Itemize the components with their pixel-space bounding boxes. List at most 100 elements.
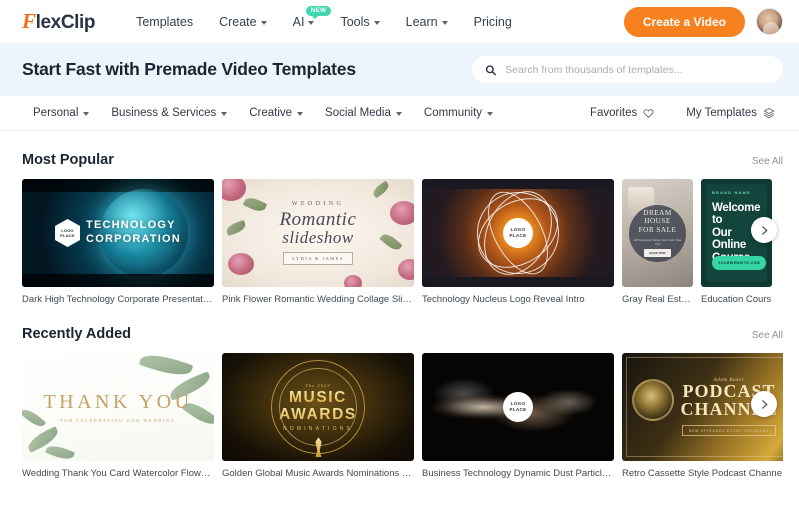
template-card-title: Education Cours	[701, 294, 772, 305]
favorites-link[interactable]: Favorites	[582, 103, 662, 123]
category-business-services[interactable]: Business & Services	[100, 101, 238, 125]
chevron-down-icon	[221, 112, 228, 116]
thumb-cta-button: BOOK NOW	[644, 249, 671, 258]
chevron-right-icon	[761, 225, 767, 235]
thumb-headline: TECHNOLOGY CORPORATION	[86, 219, 181, 247]
create-a-video-button[interactable]: Create a Video	[623, 6, 745, 37]
thumb-headline-line1: TECHNOLOGY	[86, 219, 176, 232]
template-card-title: Business Technology Dynamic Dust Particl…	[422, 468, 614, 480]
nav-item-templates[interactable]: Templates	[123, 9, 206, 35]
search-icon	[485, 64, 496, 75]
logo-placeholder-badge: LOGO PLACE	[503, 218, 533, 248]
template-card[interactable]: LOGO PLACE Technology Nucleus Logo Revea…	[422, 179, 614, 305]
logo-placeholder-badge: LOGO PLACE	[55, 219, 81, 247]
chevron-down-icon	[83, 112, 90, 116]
template-thumbnail-thank-you-card[interactable]: THANK YOU FOR CELEBRATING OUR WEDDING	[22, 353, 214, 462]
thumb-headline-line3: FOR SALE	[638, 226, 677, 235]
section-title-most-popular: Most Popular	[22, 152, 114, 168]
see-all-most-popular[interactable]: See All	[752, 156, 783, 167]
avatar[interactable]	[756, 8, 783, 35]
template-card[interactable]: THANK YOU FOR CELEBRATING OUR WEDDING We…	[22, 353, 214, 479]
logo-f-mark: F	[22, 9, 36, 33]
thumb-headline-line1: MUSIC	[279, 389, 357, 406]
hero-banner: Start Fast with Premade Video Templates	[0, 43, 799, 96]
thumb-overlay-text: WEDDING Romantic slideshow LYDIA & JAMES	[280, 201, 357, 266]
thumb-headline-line2: CORPORATION	[86, 233, 181, 245]
template-card-title: Technology Nucleus Logo Reveal Intro	[422, 294, 585, 305]
thumb-kicker: BRAND NAME	[712, 191, 751, 195]
leaf-graphic	[224, 219, 248, 237]
logo-wordmark: lexClip	[35, 12, 96, 33]
nav-item-pricing[interactable]: Pricing	[461, 9, 525, 35]
card-row-most-popular: LOGO PLACE TECHNOLOGY CORPORATION Dark H…	[22, 179, 783, 305]
template-card-title: Golden Global Music Awards Nominations S…	[222, 468, 414, 480]
thumb-subtext: 128 Roosevelt Street, New York, New York	[633, 237, 682, 246]
rose-graphic	[344, 275, 362, 287]
template-card[interactable]: WEDDING Romantic slideshow LYDIA & JAMES…	[222, 179, 414, 305]
chevron-right-icon	[761, 400, 767, 409]
category-creative[interactable]: Creative	[238, 101, 314, 125]
thumb-subtext: FOR CELEBRATING OUR WEDDING	[60, 417, 176, 423]
rose-graphic	[222, 179, 246, 201]
nav-label-templates: Templates	[136, 14, 194, 29]
nav-item-learn[interactable]: Learn	[393, 9, 461, 35]
template-card-title: Retro Cassette Style Podcast Channe	[622, 468, 783, 480]
template-card[interactable]: LOGO PLACE TECHNOLOGY CORPORATION Dark H…	[22, 179, 214, 305]
my-templates-label: My Templates	[686, 107, 757, 119]
nav-item-tools[interactable]: Tools	[327, 9, 392, 35]
template-card-title: Pink Flower Romantic Wedding Collage Sli…	[222, 294, 414, 305]
template-thumbnail-music-awards[interactable]: The 2023 MUSIC AWARDS NOMINATIONS	[222, 353, 414, 462]
category-label-personal: Personal	[33, 107, 79, 119]
category-label-business-services: Business & Services	[111, 107, 217, 119]
nav-item-create[interactable]: Create	[206, 9, 280, 35]
template-thumbnail-tech-corporate[interactable]: LOGO PLACE TECHNOLOGY CORPORATION	[22, 179, 214, 287]
chevron-down-icon	[395, 112, 402, 116]
my-templates-link[interactable]: My Templates	[678, 103, 783, 123]
template-card-title: Wedding Thank You Card Watercolor Flower…	[22, 468, 214, 480]
thumb-kicker: The 2023	[305, 382, 331, 388]
template-card[interactable]: DREAM HOUSE FOR SALE 128 Roosevelt Stree…	[622, 179, 693, 305]
section-header-most-popular: Most Popular See All	[22, 152, 783, 168]
category-social-media[interactable]: Social Media	[314, 101, 413, 125]
template-card[interactable]: LOGO PLACE Business Technology Dynamic D…	[422, 353, 614, 479]
template-thumbnail-nucleus-logo-reveal[interactable]: LOGO PLACE	[422, 179, 614, 287]
carousel-recently-added: THANK YOU FOR CELEBRATING OUR WEDDING We…	[22, 353, 783, 479]
template-card[interactable]: Adam Baker PODCAST CHANNEL NEW EPISODES …	[622, 353, 783, 479]
thumb-overlay-text: THANK YOU FOR CELEBRATING OUR WEDDING	[43, 392, 192, 423]
top-header: FlexClip Templates Create AI NEW Tools L…	[0, 0, 799, 43]
template-thumbnail-romantic-wedding[interactable]: WEDDING Romantic slideshow LYDIA & JAMES	[222, 179, 414, 287]
logo-badge-line2: PLACE	[509, 233, 527, 238]
nav-item-ai[interactable]: AI NEW	[280, 5, 332, 35]
heart-icon	[643, 108, 654, 118]
thumb-headline-line1: DREAM	[643, 208, 672, 217]
chevron-down-icon	[373, 20, 380, 25]
carousel-next-button-most-popular[interactable]	[751, 217, 777, 243]
thumb-overlay-text: The 2023 MUSIC AWARDS NOMINATIONS	[279, 383, 357, 433]
template-card-title: Gray Real Estat...	[622, 294, 693, 305]
section-header-recently-added: Recently Added See All	[22, 326, 783, 342]
template-thumbnail-real-estate[interactable]: DREAM HOUSE FOR SALE 128 Roosevelt Stree…	[622, 179, 693, 287]
chevron-down-icon	[487, 112, 494, 116]
category-label-social-media: Social Media	[325, 107, 391, 119]
nav-label-learn: Learn	[405, 14, 438, 29]
template-thumbnail-dust-particles[interactable]: LOGO PLACE	[422, 353, 614, 462]
search-box[interactable]	[472, 56, 783, 83]
section-recently-added: Recently Added See All THANK YOU FOR CEL…	[0, 326, 799, 479]
thumb-kicker: WEDDING	[291, 200, 345, 207]
page-title: Start Fast with Premade Video Templates	[22, 59, 356, 79]
rose-graphic	[398, 259, 414, 280]
see-all-recently-added[interactable]: See All	[752, 330, 783, 341]
leaf-graphic	[371, 180, 391, 199]
chevron-down-icon	[441, 20, 448, 25]
brand-logo[interactable]: FlexClip	[22, 9, 96, 34]
category-community[interactable]: Community	[413, 101, 504, 125]
search-input[interactable]	[505, 63, 770, 76]
category-personal[interactable]: Personal	[22, 101, 100, 125]
thumb-headline-line1: Romantic	[279, 208, 357, 230]
card-row-recently-added: THANK YOU FOR CELEBRATING OUR WEDDING We…	[22, 353, 783, 479]
nav-label-create: Create	[219, 14, 257, 29]
thumb-cta-button: YOURWEBSITE.COM	[712, 256, 767, 270]
thumb-headline-line2: AWARDS	[279, 406, 357, 424]
template-card[interactable]: The 2023 MUSIC AWARDS NOMINATIONS Golden…	[222, 353, 414, 479]
thumb-tag: LYDIA & JAMES	[283, 252, 353, 266]
